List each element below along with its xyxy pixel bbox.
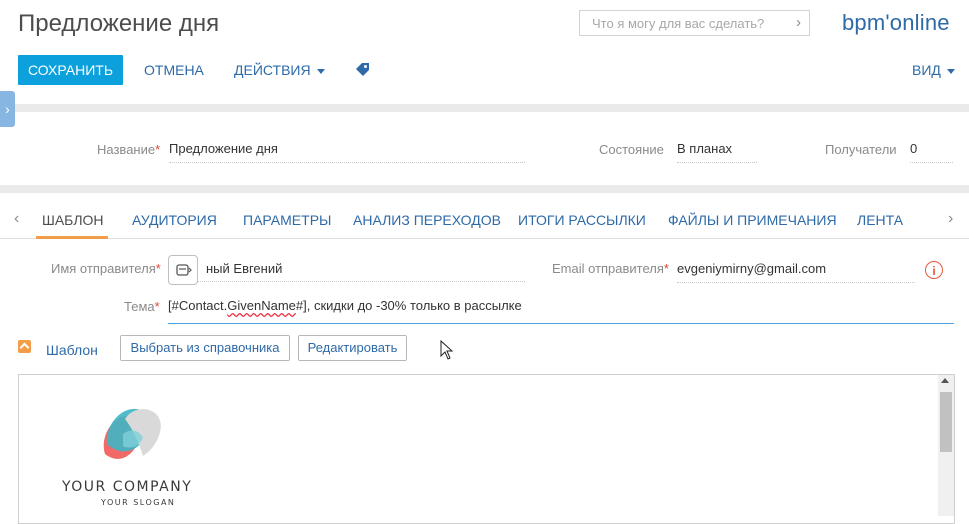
logo-text: bpm'online (842, 10, 950, 35)
company-logo-image (95, 404, 175, 479)
active-tab-indicator (36, 236, 108, 239)
topic-label: Тема* (124, 299, 160, 314)
tab-template[interactable]: ШАБЛОН (42, 212, 104, 228)
command-search[interactable]: › (579, 10, 810, 36)
tab-mailing-results[interactable]: ИТОГИ РАССЫЛКИ (518, 212, 646, 228)
divider (0, 104, 969, 112)
select-from-lookup-button[interactable]: Выбрать из справочника (120, 335, 290, 361)
sidebar-toggle[interactable]: › (0, 91, 15, 127)
collapse-section-icon[interactable] (18, 340, 31, 353)
mouse-cursor-icon (440, 339, 454, 365)
edit-template-button[interactable]: Редактировать (298, 335, 407, 361)
view-label: ВИД (912, 62, 941, 78)
topic-field[interactable]: [#Contact.GivenName#], скидки до -30% то… (168, 297, 954, 324)
logo: bpm'online (842, 10, 950, 36)
tabs-scroll-right-icon[interactable]: › (948, 210, 953, 228)
tab-feed[interactable]: ЛЕНТА (857, 212, 903, 228)
sender-name-field[interactable]: ный Евгений (168, 260, 525, 282)
recipients-label: Получатели (825, 142, 897, 157)
cancel-button[interactable]: ОТМЕНА (144, 62, 204, 78)
sender-email-field[interactable]: evgeniymirny@gmail.com (677, 260, 915, 283)
tag-icon[interactable] (355, 62, 370, 82)
tab-parameters[interactable]: ПАРАМЕТРЫ (243, 212, 331, 228)
scroll-up-icon[interactable] (941, 378, 949, 383)
page-title: Предложение дня (18, 10, 220, 37)
template-section-title[interactable]: Шаблон (46, 342, 98, 358)
save-button[interactable]: СОХРАНИТЬ (18, 55, 123, 85)
tabs-baseline (0, 238, 969, 239)
chevron-right-icon: › (5, 101, 10, 117)
view-menu[interactable]: ВИД (912, 62, 955, 78)
state-field[interactable]: В планах (677, 140, 757, 163)
tab-click-analysis[interactable]: АНАЛИЗ ПЕРЕХОДОВ (353, 212, 501, 228)
name-label: Название* (97, 142, 161, 157)
company-name-text: YOUR COMPANY (62, 479, 193, 495)
caret-down-icon (946, 68, 955, 74)
contact-lookup-button[interactable] (168, 255, 198, 285)
recipients-field: 0 (910, 140, 953, 163)
caret-down-icon (316, 68, 325, 74)
sender-email-label: Email отправителя* (552, 261, 669, 276)
divider (0, 185, 969, 193)
actions-label: ДЕЙСТВИЯ (234, 62, 311, 78)
search-input[interactable] (590, 15, 774, 32)
sender-name-label: Имя отправителя* (51, 261, 161, 276)
chevron-right-icon[interactable]: › (796, 14, 801, 31)
tab-files-notes[interactable]: ФАЙЛЫ И ПРИМЕЧАНИЯ (668, 212, 837, 228)
name-field[interactable]: Предложение дня (169, 140, 525, 163)
state-label: Состояние (599, 142, 664, 157)
tab-audience[interactable]: АУДИТОРИЯ (132, 212, 217, 228)
company-slogan-text: YOUR SLOGAN (101, 498, 176, 507)
tabs-scroll-left-icon[interactable]: ‹ (14, 210, 19, 228)
actions-menu[interactable]: ДЕЙСТВИЯ (234, 62, 325, 78)
info-icon[interactable]: i (925, 261, 943, 279)
scrollbar-thumb[interactable] (940, 392, 952, 452)
contact-card-icon (176, 264, 192, 276)
